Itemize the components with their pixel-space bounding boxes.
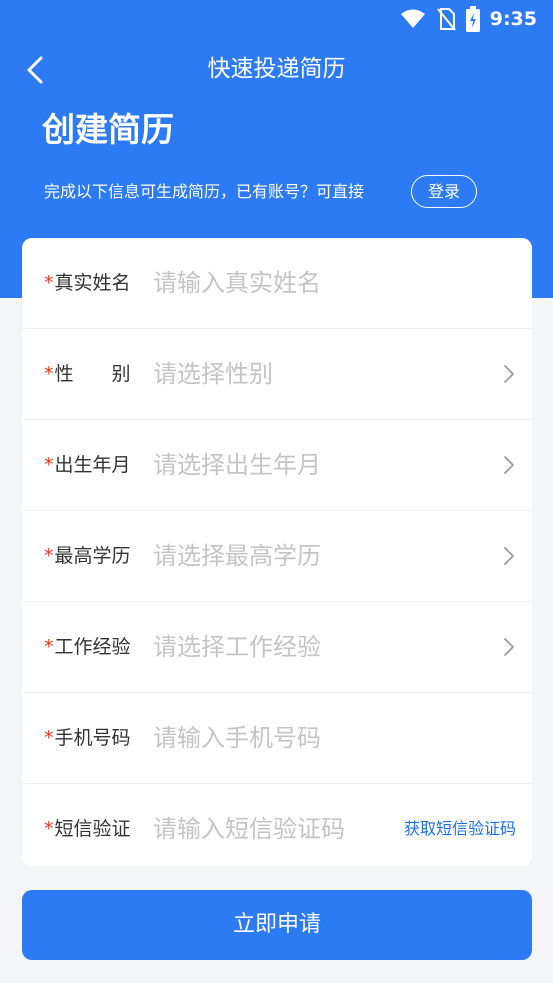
field-label: *真实姓名 [44, 238, 156, 328]
status-bar: 9:35 [0, 0, 553, 38]
login-button[interactable]: 登录 [411, 175, 477, 208]
field-label-text: 短信验证 [54, 818, 131, 840]
resume-form-card: *真实姓名 请输入真实姓名 *性 别 请选择性别 *出生年月 请选择出生年月 *… [22, 238, 532, 866]
form-row-phone[interactable]: *手机号码 请输入手机号码 [22, 693, 532, 784]
status-icons: 9:35 [400, 6, 537, 32]
field-label: *工作经验 [44, 602, 156, 692]
required-mark: * [44, 454, 54, 476]
phone-input[interactable]: 请输入手机号码 [153, 693, 321, 783]
name-input[interactable]: 请输入真实姓名 [153, 238, 321, 328]
chevron-right-icon [504, 547, 514, 565]
hero-subtitle: 完成以下信息可生成简历，已有账号？可直接 [44, 182, 365, 201]
required-mark: * [44, 272, 54, 294]
birth-date-select[interactable]: 请选择出生年月 [153, 420, 321, 510]
status-time: 9:35 [489, 8, 537, 30]
required-mark: * [44, 363, 54, 385]
form-row-experience[interactable]: *工作经验 请选择工作经验 [22, 602, 532, 693]
field-label: *最高学历 [44, 511, 156, 601]
form-row-gender[interactable]: *性 别 请选择性别 [22, 329, 532, 420]
no-sim-icon [436, 8, 456, 31]
form-row-education[interactable]: *最高学历 请选择最高学历 [22, 511, 532, 602]
education-select[interactable]: 请选择最高学历 [153, 511, 321, 601]
field-label-text: 出生年月 [54, 454, 131, 476]
required-mark: * [44, 727, 54, 749]
field-label-text: 工作经验 [54, 636, 131, 658]
page-title: 快速投递简历 [207, 56, 346, 82]
gender-select[interactable]: 请选择性别 [153, 329, 273, 419]
wifi-icon [400, 9, 425, 28]
submit-button[interactable]: 立即申请 [22, 890, 532, 960]
field-label-text: 性 别 [54, 363, 131, 385]
form-row-sms[interactable]: *短信验证 请输入短信验证码 获取短信验证码 [22, 784, 532, 866]
required-mark: * [44, 636, 54, 658]
field-label: *短信验证 [44, 784, 156, 866]
field-label-text: 真实姓名 [54, 272, 131, 294]
field-label: *手机号码 [44, 693, 156, 783]
field-label-text: 最高学历 [54, 545, 131, 567]
chevron-right-icon [504, 456, 514, 474]
experience-select[interactable]: 请选择工作经验 [153, 602, 321, 692]
field-label-text: 手机号码 [54, 727, 131, 749]
battery-charging-icon [465, 6, 480, 32]
required-mark: * [44, 818, 54, 840]
form-row-name[interactable]: *真实姓名 请输入真实姓名 [22, 238, 532, 329]
required-mark: * [44, 545, 54, 567]
chevron-right-icon [504, 365, 514, 383]
field-label: *性 别 [44, 329, 156, 419]
chevron-right-icon [504, 638, 514, 656]
hero-title: 创建简历 [42, 110, 174, 149]
get-sms-code-button[interactable]: 获取短信验证码 [404, 784, 516, 866]
sms-code-input[interactable]: 请输入短信验证码 [153, 784, 345, 866]
field-label: *出生年月 [44, 420, 156, 510]
form-row-birth[interactable]: *出生年月 请选择出生年月 [22, 420, 532, 511]
